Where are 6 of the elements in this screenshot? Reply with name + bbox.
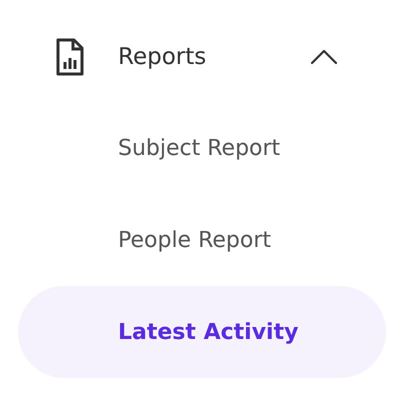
report-icon (55, 38, 85, 76)
menu-item[interactable]: Subject Report (18, 102, 386, 194)
section-title[interactable]: Reports (118, 44, 310, 70)
caret-icon[interactable] (310, 49, 338, 65)
menu-item[interactable]: People Report (18, 194, 386, 286)
selected-menu-item[interactable]: Latest Activity (18, 286, 386, 378)
